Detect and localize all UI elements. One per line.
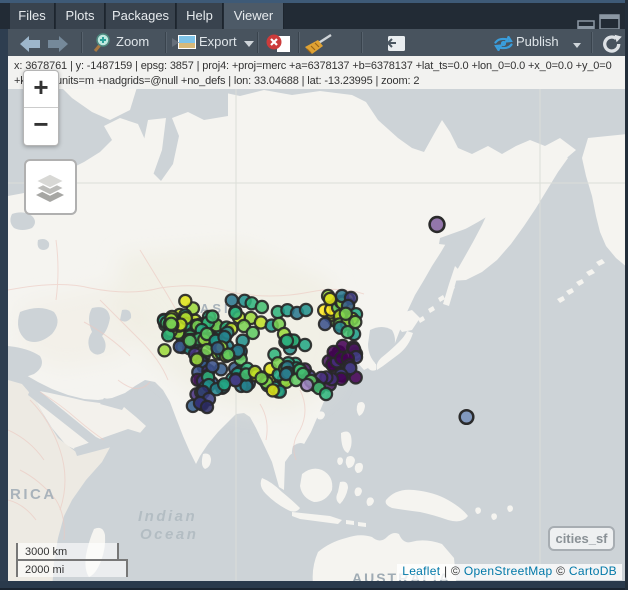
svg-text:Indian: Indian — [138, 508, 197, 525]
svg-text:Ocean: Ocean — [140, 526, 198, 543]
svg-text:RICA: RICA — [10, 486, 57, 503]
